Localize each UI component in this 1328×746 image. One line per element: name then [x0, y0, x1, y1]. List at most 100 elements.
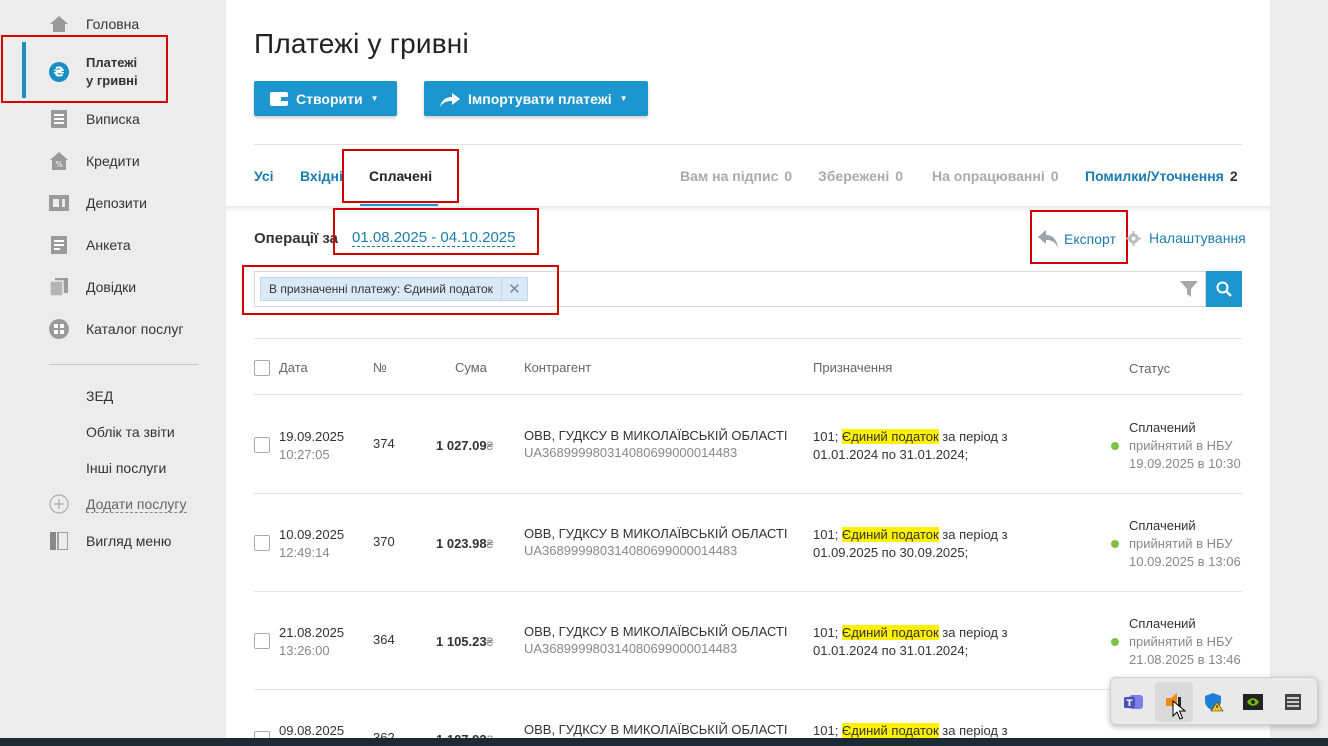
tab-to-sign[interactable]: Вам на підпис 0: [680, 168, 792, 184]
status-detail-text: прийнятий в НБУ: [1129, 438, 1233, 453]
close-icon[interactable]: ✕: [500, 278, 527, 300]
row-time: 12:49:14: [279, 545, 330, 560]
column-header-amount[interactable]: Сума: [455, 360, 487, 375]
row-checkbox[interactable]: [254, 535, 270, 551]
column-header-number[interactable]: №: [373, 360, 387, 375]
row-purpose: 101; Єдиний податок за період з: [813, 429, 1008, 444]
svg-text:₴: ₴: [53, 66, 64, 81]
row-counterparty: ОВВ, ГУДКСУ В МИКОЛАЇВСЬКІЙ ОБЛАСТІ: [524, 526, 788, 541]
sidebar-item-deposits[interactable]: Депозити: [0, 193, 226, 213]
row-status: Сплачений: [1129, 616, 1196, 631]
purpose-suffix: за період з: [938, 527, 1008, 542]
tab-saved[interactable]: Збережені 0: [818, 168, 903, 184]
row-status-detail: прийнятий в НБУ: [1111, 634, 1233, 649]
export-button[interactable]: Експорт: [1038, 230, 1116, 248]
purpose-highlight: Єдиний податок: [841, 429, 939, 444]
caret-down-icon: ▼: [370, 94, 379, 103]
column-header-counterparty[interactable]: Контрагент: [524, 360, 591, 375]
search-icon: [1216, 281, 1232, 297]
credit-icon: %: [49, 151, 69, 171]
add-service-button[interactable]: Додати послугу: [0, 494, 226, 514]
purpose-suffix: за період з: [938, 723, 1008, 738]
svg-text:T: T: [1126, 699, 1133, 709]
main-content: Платежі у гривні Створити ▼ Імпортувати …: [226, 8, 1270, 746]
status-detail-text: прийнятий в НБУ: [1129, 634, 1233, 649]
row-purpose: 101; Єдиний податок за період з: [813, 625, 1008, 640]
purpose-prefix: 101;: [813, 429, 842, 444]
sidebar-item-label: Головна: [86, 16, 140, 32]
row-time: 10:27:05: [279, 447, 330, 462]
tab-count: 0: [1050, 168, 1059, 184]
row-date: 09.08.2025: [279, 723, 345, 738]
row-amount: 1 027.09₴: [436, 438, 493, 453]
mouse-cursor-icon: [1172, 699, 1187, 725]
nvidia-icon[interactable]: [1241, 690, 1265, 714]
purpose-prefix: 101;: [813, 625, 842, 640]
row-purpose-line2: 01.01.2024 по 31.01.2024;: [813, 643, 969, 658]
settings-button[interactable]: Налаштування: [1126, 230, 1246, 246]
hryvnia-icon: ₴: [49, 62, 69, 82]
layout-icon: [49, 531, 69, 551]
purpose-suffix: за період з: [938, 429, 1008, 444]
sidebar-service-accounting[interactable]: Облік та звіти: [86, 424, 175, 440]
row-status-time: 19.09.2025 в 10:30: [1129, 456, 1241, 471]
row-purpose-line2: 01.09.2025 по 30.09.2025;: [813, 545, 969, 560]
sidebar-item-form[interactable]: Анкета: [0, 235, 226, 255]
select-all-checkbox[interactable]: [254, 360, 270, 376]
menu-view-button[interactable]: Вигляд меню: [0, 531, 226, 551]
row-time: 13:26:00: [279, 643, 330, 658]
row-status-time: 21.08.2025 в 13:46: [1129, 652, 1241, 667]
sidebar-item-payments-uah[interactable]: ₴ Платежі у гривні: [0, 54, 226, 90]
row-counterparty: ОВВ, ГУДКСУ В МИКОЛАЇВСЬКІЙ ОБЛАСТІ: [524, 624, 788, 639]
date-range-picker[interactable]: 01.08.2025 - 04.10.2025: [352, 229, 516, 247]
filter-input[interactable]: В призначенні платежу: Єдиний податок ✕: [254, 271, 1206, 307]
sidebar-item-statement[interactable]: Виписка: [0, 109, 226, 129]
sidebar-item-credits[interactable]: % Кредити: [0, 151, 226, 171]
column-header-purpose[interactable]: Призначення: [813, 360, 892, 375]
sidebar-item-label: Кредити: [86, 153, 140, 169]
filter-funnel-icon[interactable]: [1180, 281, 1198, 303]
menu-view-label: Вигляд меню: [86, 533, 172, 549]
tab-all[interactable]: Усі: [254, 168, 274, 184]
sidebar-item-catalog[interactable]: Каталог послуг: [0, 319, 226, 339]
tab-count: 2: [1229, 168, 1238, 184]
sidebar-service-other[interactable]: Інші послуги: [86, 460, 166, 476]
search-button[interactable]: [1206, 271, 1242, 307]
tab-count: 0: [784, 168, 793, 184]
tab-errors[interactable]: Помилки/Уточнення 2: [1085, 168, 1238, 184]
sidebar-item-home[interactable]: Головна: [0, 14, 226, 34]
row-divider: [254, 689, 1242, 690]
row-number: 364: [373, 632, 395, 647]
tab-processing[interactable]: На опрацюванні 0: [932, 168, 1059, 184]
svg-text:%: %: [55, 160, 63, 169]
home-icon: [49, 14, 69, 34]
security-warning-icon[interactable]: [1202, 690, 1226, 714]
import-payments-button[interactable]: Імпортувати платежі ▼: [424, 81, 648, 116]
plus-circle-icon: [49, 494, 69, 514]
purpose-highlight: Єдиний податок: [841, 625, 939, 640]
sidebar-item-certificates[interactable]: Довідки: [0, 277, 226, 297]
tab-paid[interactable]: Сплачені: [369, 168, 432, 184]
documents-icon: [49, 277, 69, 297]
sidebar-item-label: Довідки: [86, 279, 137, 295]
create-button[interactable]: Створити ▼: [254, 81, 397, 116]
system-tray-overflow: T: [1110, 677, 1318, 725]
teams-icon[interactable]: T: [1122, 690, 1146, 714]
row-status: Сплачений: [1129, 518, 1196, 533]
amount-value: 1 027.09: [436, 438, 487, 453]
column-header-date[interactable]: Дата: [279, 360, 308, 375]
row-purpose: 101; Єдиний податок за період з: [813, 527, 1008, 542]
row-status-detail: прийнятий в НБУ: [1111, 438, 1233, 453]
tab-incoming[interactable]: Вхідні: [300, 168, 343, 184]
row-date: 10.09.2025: [279, 527, 345, 542]
page-title: Платежі у гривні: [254, 28, 469, 59]
row-checkbox[interactable]: [254, 437, 270, 453]
row-purpose-line2: 01.01.2024 по 31.01.2024;: [813, 447, 969, 462]
sidebar-item-label: Платежі: [86, 55, 138, 70]
sidebar-service-zed[interactable]: ЗЕД: [86, 388, 113, 404]
row-checkbox[interactable]: [254, 633, 270, 649]
row-iban: UA368999980314080699000014483: [524, 641, 738, 656]
column-header-status[interactable]: Статус: [1129, 361, 1170, 376]
currency-symbol: ₴: [486, 635, 494, 649]
storage-icon[interactable]: [1281, 690, 1305, 714]
